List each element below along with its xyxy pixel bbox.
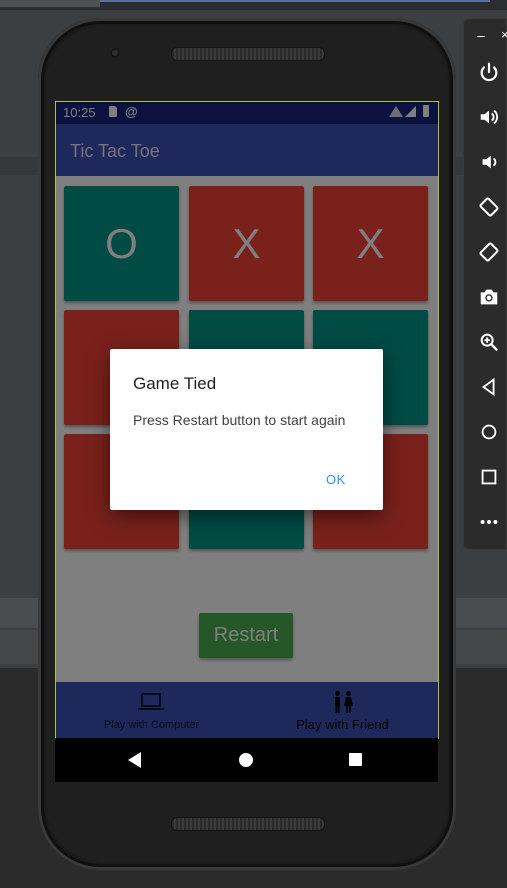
ok-button[interactable]: OK (326, 472, 346, 487)
rotate-left-icon[interactable] (477, 195, 501, 219)
home-icon[interactable] (477, 420, 501, 444)
zoom-icon[interactable] (477, 330, 501, 354)
power-icon[interactable] (477, 60, 501, 84)
emulator-side-panel: – × (463, 18, 507, 550)
dialog-title: Game Tied (133, 374, 217, 393)
close-button[interactable]: × (501, 27, 507, 42)
more-icon[interactable] (477, 510, 501, 534)
recents-icon[interactable] (349, 753, 362, 766)
overview-icon[interactable] (477, 465, 501, 489)
android-nav-bar (55, 738, 438, 782)
camera-icon[interactable] (477, 285, 501, 309)
bottom-speaker (171, 817, 325, 831)
home-icon[interactable] (239, 753, 253, 767)
rotate-right-icon[interactable] (477, 240, 501, 264)
minimize-button[interactable]: – (477, 27, 485, 43)
front-camera (110, 48, 120, 58)
top-speaker (171, 47, 325, 61)
back-icon[interactable] (128, 752, 141, 768)
ide-tab-indicator (100, 0, 490, 2)
dialog-message: Press Restart button to start again (133, 412, 346, 428)
ide-tab[interactable] (0, 0, 100, 7)
back-icon[interactable] (477, 375, 501, 399)
game-tied-dialog: Game Tied Press Restart button to start … (110, 349, 383, 510)
device-screen: 10:25 @ Tic Tac Toe O X X Restart Play w… (55, 101, 439, 739)
volume-down-icon[interactable] (477, 150, 501, 174)
volume-up-icon[interactable] (477, 105, 501, 129)
